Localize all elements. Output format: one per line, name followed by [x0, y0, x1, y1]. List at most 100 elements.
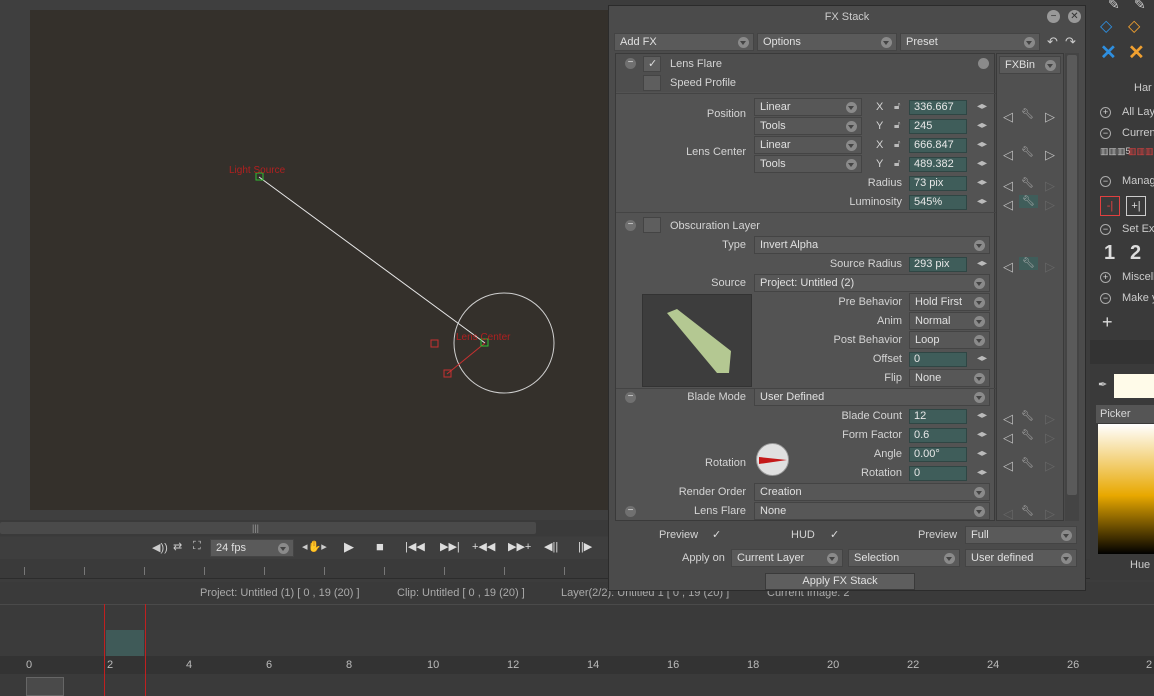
collapse-icon[interactable]: − — [625, 58, 636, 69]
slider-arrows-icon[interactable]: ◂▸ — [977, 120, 987, 131]
fps-select[interactable]: 24 fps — [210, 539, 294, 557]
offset-field[interactable]: 0 — [909, 352, 967, 367]
angle-field[interactable]: 0.00° — [909, 447, 967, 462]
prev-keyframe-icon[interactable]: ◁ — [1003, 430, 1013, 446]
redo-icon[interactable]: ↷ — [1065, 34, 1076, 50]
prev-keyframe-icon[interactable]: ◁ — [1003, 178, 1013, 194]
prev-keyframe-icon[interactable]: ◁ — [1003, 259, 1013, 275]
preset-2-button[interactable]: 2 — [1130, 242, 1141, 265]
lens-flare-enable-checkbox[interactable]: ✓ — [643, 56, 661, 72]
timeline-track[interactable] — [0, 604, 1154, 630]
flip-dropdown[interactable]: None — [909, 369, 990, 387]
render-order-dropdown[interactable]: Creation — [754, 483, 990, 501]
step-back-icon[interactable]: +◀◀ — [472, 540, 495, 553]
prev-keyframe-icon[interactable]: ◁ — [1003, 197, 1013, 213]
prev-keyframe-icon[interactable]: ◁ — [1003, 506, 1013, 522]
prev-key-icon[interactable]: ◀|| — [544, 540, 558, 553]
section-manage[interactable]: Manag — [1122, 175, 1154, 187]
timeline-track[interactable] — [0, 630, 1154, 656]
source-dropdown[interactable]: Project: Untitled (2) — [754, 274, 990, 292]
wrench-icon[interactable]: 🔧︎ — [1019, 257, 1038, 270]
slider-arrows-icon[interactable]: ◂▸ — [977, 467, 987, 478]
frame-ruler[interactable]: 0 2 4 6 8 10 12 14 16 18 20 22 24 26 2 — [0, 656, 1154, 674]
wrench-icon[interactable]: 🔧︎ — [1021, 411, 1034, 422]
color-gradient-picker[interactable] — [1098, 424, 1154, 554]
speaker-icon[interactable]: ◀)) — [152, 541, 168, 554]
hand-icon[interactable]: ◂✋▸ — [302, 540, 327, 553]
first-frame-icon[interactable]: |◀◀ — [405, 540, 425, 553]
type-dropdown[interactable]: Invert Alpha — [754, 236, 990, 254]
lock-icon[interactable]: 🔓︎ — [894, 139, 900, 150]
collapse-icon[interactable]: − — [625, 392, 636, 403]
canvas[interactable]: Light Source Lens Center — [30, 10, 610, 510]
prev-keyframe-icon[interactable]: ◁ — [1003, 147, 1013, 163]
trim-left-icon[interactable]: -| — [1100, 196, 1120, 216]
play-icon[interactable]: ▶ — [344, 539, 354, 555]
close-icon[interactable]: ✕ — [1128, 40, 1145, 65]
scrollbar-thumb[interactable] — [1067, 55, 1077, 495]
prev-keyframe-icon[interactable]: ◁ — [1003, 458, 1013, 474]
position-x-field[interactable]: 336.667 — [909, 100, 967, 115]
next-key-icon[interactable]: ||▶ — [578, 540, 592, 553]
lock-icon[interactable]: 🔓︎ — [894, 120, 900, 131]
slider-arrows-icon[interactable]: ◂▸ — [977, 139, 987, 150]
prev-keyframe-icon[interactable]: ◁ — [1003, 411, 1013, 427]
wrench-icon[interactable]: 🔧︎ — [1019, 195, 1038, 208]
apply-user-dropdown[interactable]: User defined — [965, 549, 1077, 567]
slider-arrows-icon[interactable]: ◂▸ — [977, 158, 987, 169]
minus-icon[interactable]: − — [1100, 224, 1111, 235]
fullscreen-icon[interactable]: ⛶ — [193, 540, 201, 553]
slider-arrows-icon[interactable]: ◂▸ — [977, 101, 987, 112]
collapse-icon[interactable]: − — [625, 506, 636, 517]
brush-icon[interactable]: ✎ — [1134, 0, 1146, 13]
lens-center-x-interp-dropdown[interactable]: Linear — [754, 136, 862, 154]
close-icon[interactable]: ✕ — [1100, 40, 1117, 65]
apply-layer-dropdown[interactable]: Current Layer — [731, 549, 843, 567]
rotation-dial[interactable] — [756, 443, 789, 476]
preset-1-button[interactable]: 1 — [1104, 242, 1115, 265]
color-swatch[interactable] — [1114, 374, 1154, 398]
wrench-icon[interactable]: 🔧︎ — [1021, 147, 1034, 158]
wrench-icon[interactable]: 🔧︎ — [1021, 430, 1034, 441]
minus-icon[interactable]: − — [1100, 293, 1111, 304]
post-behavior-dropdown[interactable]: Loop — [909, 331, 990, 349]
trim-right-icon[interactable]: +| — [1126, 196, 1146, 216]
slider-arrows-icon[interactable]: ◂▸ — [977, 410, 987, 421]
obscuration-layer-checkbox[interactable] — [643, 217, 661, 233]
slider-arrows-icon[interactable]: ◂▸ — [977, 177, 987, 188]
viewport-horizontal-scrollbar[interactable]: ||| — [0, 520, 610, 536]
prev-keyframe-icon[interactable]: ◁ — [1003, 109, 1013, 125]
source-thumbnail[interactable] — [642, 294, 752, 387]
next-keyframe-icon[interactable]: ▷ — [1045, 506, 1055, 522]
undo-icon[interactable]: ↶ — [1047, 34, 1058, 50]
next-keyframe-icon[interactable]: ▷ — [1045, 147, 1055, 163]
lens-center-y-interp-dropdown[interactable]: Tools — [754, 155, 862, 173]
last-frame-icon[interactable]: ▶▶| — [440, 540, 460, 553]
diamond-icon[interactable]: ◇ — [1100, 16, 1112, 36]
lens-flare-dropdown[interactable]: None — [754, 502, 990, 520]
position-x-interp-dropdown[interactable]: Linear — [754, 98, 862, 116]
radius-field[interactable]: 73 pix — [909, 176, 967, 191]
close-icon[interactable]: ✕ — [1068, 10, 1081, 23]
add-icon[interactable]: + — [1102, 312, 1113, 333]
blade-mode-dropdown[interactable]: User Defined — [754, 388, 990, 406]
diamond-icon[interactable]: ◇ — [1128, 16, 1140, 36]
level-meter-icon[interactable]: ▥▥▥ — [1128, 146, 1154, 157]
next-keyframe-icon[interactable]: ▷ — [1045, 259, 1055, 275]
slider-arrows-icon[interactable]: ◂▸ — [977, 196, 987, 207]
next-keyframe-icon[interactable]: ▷ — [1045, 430, 1055, 446]
minus-icon[interactable]: − — [1100, 176, 1111, 187]
section-make[interactable]: Make y — [1122, 292, 1154, 304]
lens-center-y-field[interactable]: 489.382 — [909, 157, 967, 172]
frame-thumbnail[interactable] — [26, 677, 64, 696]
rotation-field[interactable]: 0 — [909, 466, 967, 481]
lock-icon[interactable]: 🔓︎ — [894, 101, 900, 112]
apply-selection-dropdown[interactable]: Selection — [848, 549, 960, 567]
position-y-field[interactable]: 245 — [909, 119, 967, 134]
minus-icon[interactable]: − — [1100, 128, 1111, 139]
lock-icon[interactable]: 🔓︎ — [894, 158, 900, 169]
lens-center-x-field[interactable]: 666.847 — [909, 138, 967, 153]
loop-icon[interactable]: ⇄ — [173, 540, 182, 553]
next-keyframe-icon[interactable]: ▷ — [1045, 411, 1055, 427]
fx-vertical-scrollbar[interactable] — [1065, 53, 1079, 521]
